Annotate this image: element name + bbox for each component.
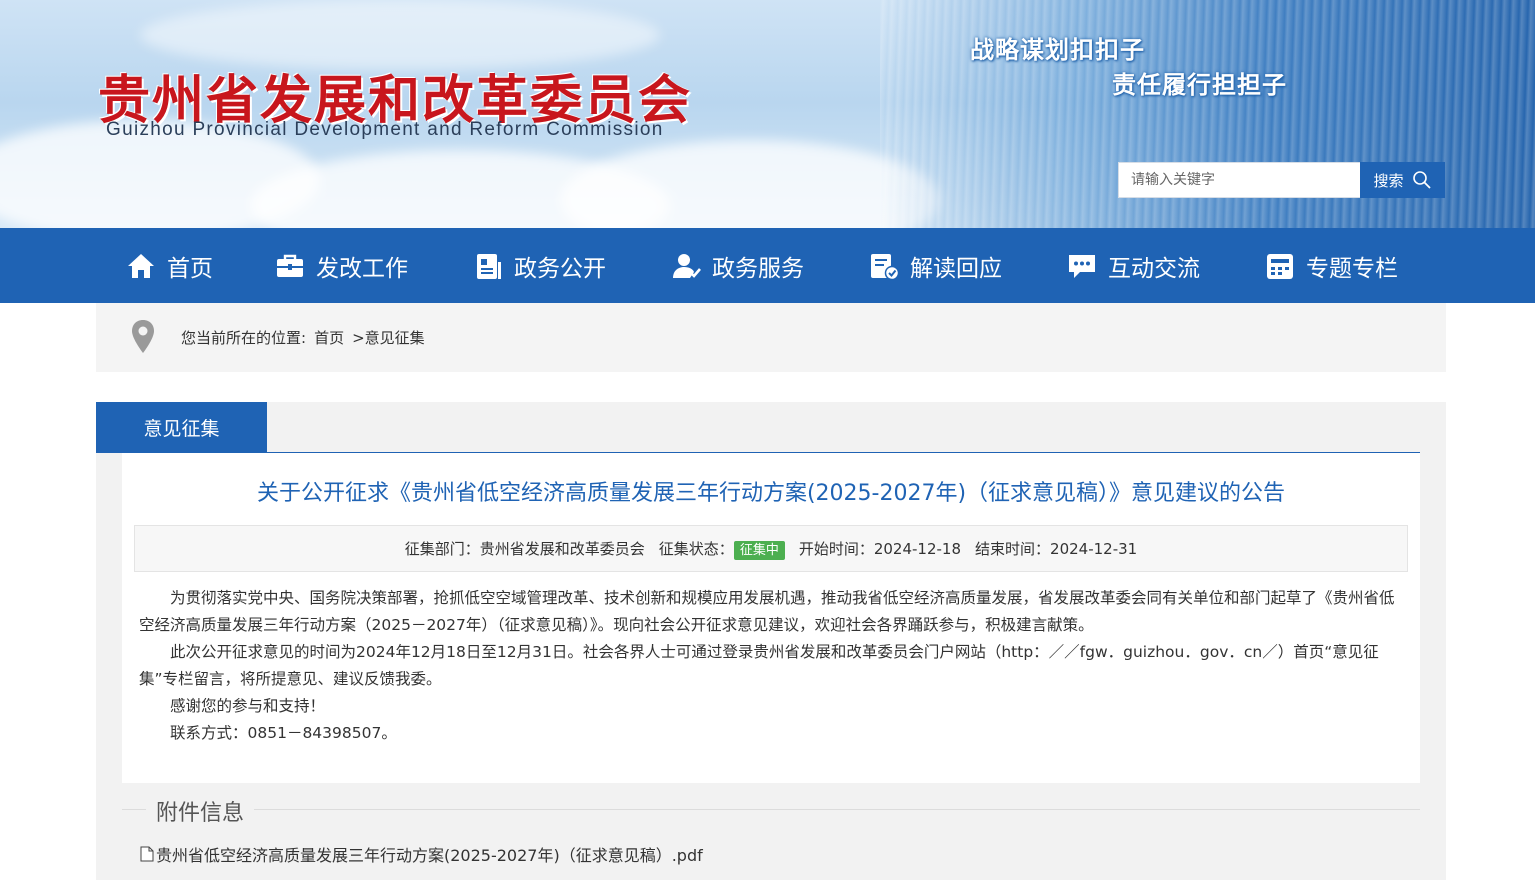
article-paragraph: 联系方式：0851－84398507。 (170, 724, 397, 742)
nav-item-disclosure[interactable]: 政务公开 (472, 228, 606, 303)
slogan-line-2: 责任履行担担子 (1112, 71, 1287, 99)
nav-item-label: 政务服务 (712, 255, 804, 282)
nav-item-interaction[interactable]: 互动交流 (1066, 228, 1200, 303)
reply-icon (871, 253, 900, 280)
nav-item-label: 政务公开 (514, 255, 606, 282)
breadcrumb-prefix: 您当前所在的位置: (181, 329, 307, 347)
content-panel: 意见征集 关于公开征求《贵州省低空经济高质量发展三年行动方案(2025-2027… (96, 402, 1446, 880)
search-box: 搜索 (1118, 162, 1445, 198)
slogan-line-1: 战略谋划扣扣子 (970, 36, 1145, 64)
chat-icon (1069, 254, 1095, 278)
nav-item-interpretation[interactable]: 解读回应 (868, 228, 1002, 303)
search-input[interactable] (1118, 162, 1360, 198)
meta-end-value: 2024-12-31 (1050, 540, 1138, 558)
breadcrumb-current-link[interactable]: >意见征集 (352, 327, 425, 348)
meta-status: 征集状态： 征集中 (658, 538, 785, 560)
meta-start: 开始时间：2024-12-18 (799, 538, 961, 559)
meta-status-label: 征集状态： (658, 540, 734, 558)
meta-start-label: 开始时间： (798, 540, 874, 558)
meta-start-value: 2024-12-18 (873, 540, 962, 558)
article-paragraph: 感谢您的参与和支持！ (170, 697, 326, 715)
tab-opinion-collection[interactable]: 意见征集 (96, 402, 267, 453)
article-title: 关于公开征求《贵州省低空经济高质量发展三年行动方案(2025-2027年)（征求… (256, 481, 1286, 506)
meta-end: 结束时间：2024-12-31 (975, 538, 1137, 559)
document-icon (477, 253, 501, 279)
attachments-heading: 附件信息 (146, 795, 255, 827)
article-meta: 征集部门：贵州省发展和改革委员会 征集状态： 征集中 开始时间：2024-12-1… (134, 525, 1408, 572)
main-nav: 首页 发改工作 政务公开 政务服务 解读回应 互动交流 专题专栏 (0, 228, 1535, 303)
breadcrumb: 您当前所在的位置: 首页 >意见征集 (96, 303, 1446, 372)
user-service-icon (673, 253, 701, 278)
attachments-header: 附件信息 (122, 795, 1420, 827)
article-body: 为贯彻落实党中央、国务院决策部署，抢抓低空空域管理改革、技术创新和规模应用发展机… (139, 585, 1403, 747)
nav-item-label: 互动交流 (1108, 255, 1200, 282)
home-icon (128, 253, 154, 278)
briefcase-icon (277, 254, 303, 277)
file-icon (140, 846, 154, 862)
nav-item-home[interactable]: 首页 (125, 228, 213, 303)
column-icon (1267, 253, 1293, 279)
attachment-filename: 贵州省低空经济高质量发展三年行动方案(2025-2027年)（征求意见稿）.pd… (156, 846, 703, 865)
nav-item-label: 解读回应 (910, 255, 1002, 282)
article-paragraph: 为贯彻落实党中央、国务院决策部署，抢抓低空空域管理改革、技术创新和规模应用发展机… (139, 589, 1395, 634)
nav-item-label: 专题专栏 (1306, 255, 1398, 282)
breadcrumb-trail: 您当前所在的位置: 首页 >意见征集 (181, 327, 425, 348)
location-pin-icon (132, 320, 154, 353)
meta-dept: 征集部门：贵州省发展和改革委员会 (405, 538, 645, 559)
status-badge: 征集中 (733, 541, 785, 560)
attachment-link[interactable]: 贵州省低空经济高质量发展三年行动方案(2025-2027年)（征求意见稿）.pd… (140, 842, 703, 866)
article-paragraph: 此次公开征求意见的时间为2024年12月18日至12月31日。社会各界人士可通过… (139, 643, 1379, 688)
nav-item-label: 首页 (167, 255, 213, 282)
breadcrumb-home-link[interactable]: 首页 (314, 327, 344, 348)
nav-item-services[interactable]: 政务服务 (670, 228, 804, 303)
nav-item-label: 发改工作 (316, 255, 408, 282)
nav-item-special[interactable]: 专题专栏 (1264, 228, 1398, 303)
attachments-divider (122, 809, 1420, 810)
article-card: 关于公开征求《贵州省低空经济高质量发展三年行动方案(2025-2027年)（征求… (122, 453, 1420, 783)
meta-end-label: 结束时间： (975, 540, 1051, 558)
nav-item-work[interactable]: 发改工作 (274, 228, 408, 303)
site-subtitle: Guizhou Provincial Development and Refor… (106, 119, 664, 140)
header-banner: 贵州省发展和改革委员会 Guizhou Provincial Developme… (0, 0, 1535, 228)
meta-dept-label: 征集部门： (404, 540, 480, 558)
search-button-label: 搜索 (1373, 171, 1404, 190)
search-icon (1412, 171, 1431, 189)
meta-dept-value: 贵州省发展和改革委员会 (479, 540, 645, 558)
search-button[interactable]: 搜索 (1360, 162, 1445, 198)
